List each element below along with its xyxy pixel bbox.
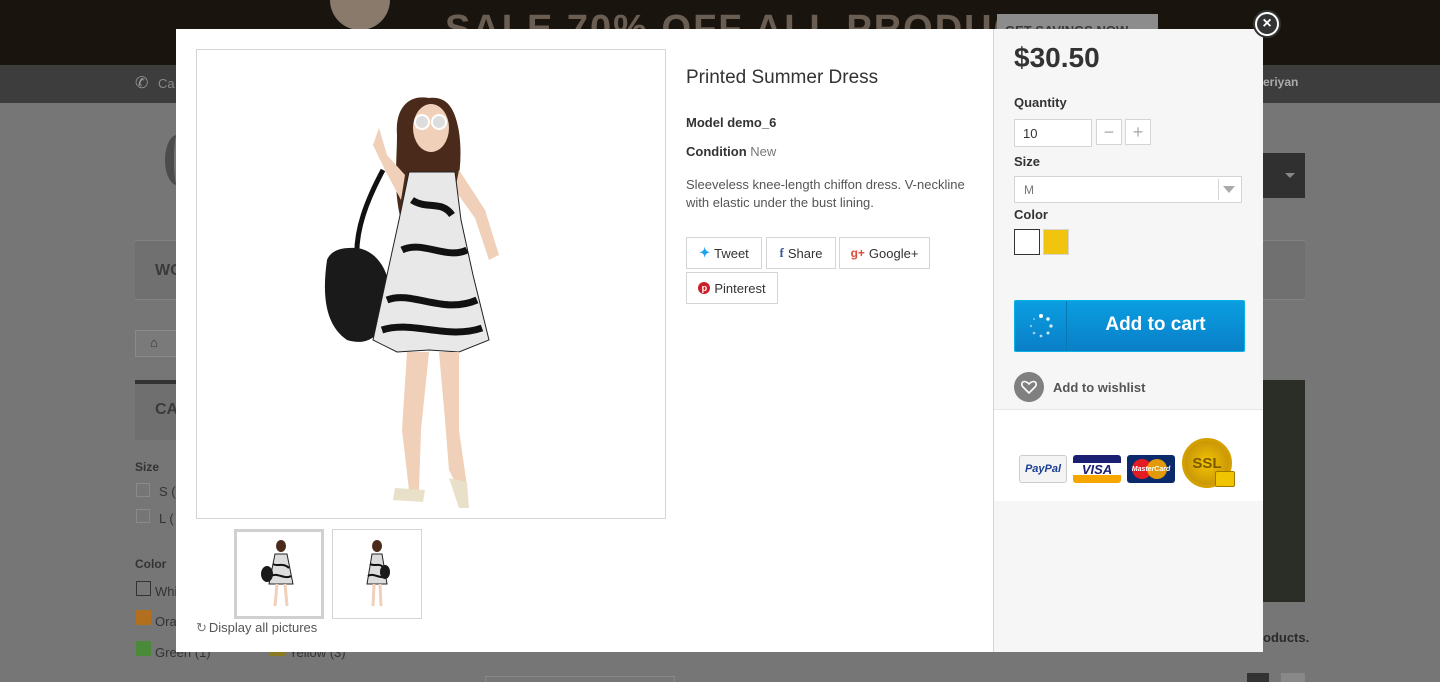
facebook-share-label: Share bbox=[787, 245, 823, 261]
plus-icon: + bbox=[1132, 122, 1144, 142]
tweet-label: Tweet bbox=[714, 245, 749, 261]
close-modal-button[interactable]: × bbox=[1253, 10, 1281, 38]
quantity-decrease-button[interactable]: − bbox=[1096, 119, 1122, 145]
products-heading: oducts. bbox=[1263, 630, 1310, 645]
display-all-pictures-label: Display all pictures bbox=[208, 620, 318, 635]
filter-color-white-swatch[interactable] bbox=[136, 581, 151, 596]
twitter-icon: ✦ bbox=[699, 245, 711, 260]
tweet-button[interactable]: ✦ Tweet bbox=[686, 237, 762, 269]
product-main-image[interactable] bbox=[196, 49, 666, 519]
product-condition: Condition New bbox=[686, 144, 776, 159]
size-select[interactable]: M bbox=[1014, 176, 1242, 203]
ssl-badge: SSL bbox=[1182, 438, 1235, 488]
filter-color-label: Color bbox=[135, 557, 167, 571]
product-thumbnail-2[interactable] bbox=[332, 529, 422, 619]
quantity-increase-button[interactable]: + bbox=[1125, 119, 1151, 145]
size-select-value: M bbox=[1024, 183, 1034, 197]
product-price: $30.50 bbox=[1014, 42, 1100, 73]
thumbnail-photo bbox=[261, 540, 294, 607]
category-header-label: CA bbox=[155, 401, 179, 418]
model-label: Model bbox=[686, 115, 724, 130]
size-label: Size bbox=[1014, 154, 1041, 169]
chevron-down-icon bbox=[1285, 173, 1295, 178]
filter-size-s-label: S ( bbox=[159, 484, 176, 499]
color-swatch-yellow[interactable] bbox=[1043, 229, 1069, 255]
paypal-logo: PayPal bbox=[1019, 455, 1067, 483]
facebook-share-button[interactable]: f Share bbox=[766, 237, 836, 269]
filter-color-orange-label: Ora bbox=[155, 614, 177, 629]
add-to-wishlist-link[interactable]: Add to wishlist bbox=[1014, 372, 1145, 402]
filter-size-l-label: L ( bbox=[159, 511, 174, 526]
google-plus-label: Google+ bbox=[868, 245, 919, 261]
filter-size-s-checkbox[interactable] bbox=[136, 483, 150, 497]
refresh-icon: ↻ bbox=[196, 620, 207, 635]
facebook-icon: f bbox=[779, 245, 784, 260]
add-to-cart-label: Add to cart bbox=[1105, 314, 1206, 335]
pinterest-icon: p bbox=[698, 282, 711, 294]
payment-methods: PayPal VISA MasterCard SSL bbox=[994, 409, 1263, 501]
filter-size-label: Size bbox=[135, 460, 160, 474]
condition-value: New bbox=[750, 144, 777, 159]
grid-view-icon[interactable] bbox=[1247, 673, 1269, 682]
phone-label: Ca bbox=[158, 76, 175, 91]
banner-model-image bbox=[330, 0, 390, 30]
pinterest-button[interactable]: p Pinterest bbox=[686, 272, 778, 304]
product-description: Sleeveless knee-length chiffon dress. V-… bbox=[686, 177, 965, 210]
close-icon: × bbox=[1257, 14, 1277, 34]
user-link[interactable]: eriyan bbox=[1263, 75, 1298, 89]
lock-icon bbox=[1215, 471, 1235, 487]
google-plus-button[interactable]: g+ Google+ bbox=[839, 237, 930, 269]
buy-box: $30.50 Quantity − + Size M Color bbox=[993, 29, 1263, 652]
quick-view-modal: ↻ Display all pictures Printed Summer Dre… bbox=[176, 29, 1263, 652]
filter-size-l-checkbox[interactable] bbox=[136, 509, 150, 523]
add-to-wishlist-label: Add to wishlist bbox=[1053, 379, 1146, 395]
quantity-label: Quantity bbox=[1014, 95, 1067, 110]
display-all-pictures-link[interactable]: ↻ Display all pictures bbox=[196, 620, 317, 636]
minus-icon: − bbox=[1103, 122, 1115, 142]
category-banner-image bbox=[1263, 380, 1305, 602]
list-view-icon[interactable] bbox=[1281, 673, 1305, 682]
product-photo bbox=[324, 97, 499, 508]
phone-icon: ✆ bbox=[135, 75, 149, 92]
pinterest-label: Pinterest bbox=[714, 280, 766, 296]
color-swatch-white[interactable] bbox=[1014, 229, 1040, 255]
visa-logo: VISA bbox=[1073, 455, 1121, 483]
chevron-down-icon bbox=[1218, 179, 1239, 200]
heart-icon bbox=[1014, 372, 1044, 402]
product-thumbnail-1[interactable] bbox=[234, 529, 324, 619]
thumbnail-photo bbox=[366, 540, 390, 607]
condition-label: Condition bbox=[686, 144, 747, 159]
product-model: Model demo_6 bbox=[686, 115, 776, 130]
home-icon[interactable]: ⌂ bbox=[150, 335, 158, 350]
mastercard-logo: MasterCard bbox=[1127, 455, 1175, 483]
product-title: Printed Summer Dress bbox=[686, 67, 879, 88]
filter-color-orange-swatch[interactable] bbox=[136, 610, 151, 625]
filter-color-green-swatch[interactable] bbox=[136, 641, 151, 656]
add-to-cart-button[interactable]: Add to cart bbox=[1014, 300, 1245, 352]
loading-spinner-icon bbox=[1015, 301, 1067, 351]
quantity-input[interactable] bbox=[1014, 119, 1092, 147]
google-plus-icon: g+ bbox=[850, 246, 865, 260]
filter-color-white-label: Whi bbox=[155, 584, 178, 599]
model-value: demo_6 bbox=[727, 115, 777, 130]
color-label: Color bbox=[1014, 207, 1048, 222]
cart-dropdown[interactable] bbox=[1262, 153, 1305, 198]
sort-select[interactable] bbox=[485, 676, 675, 682]
